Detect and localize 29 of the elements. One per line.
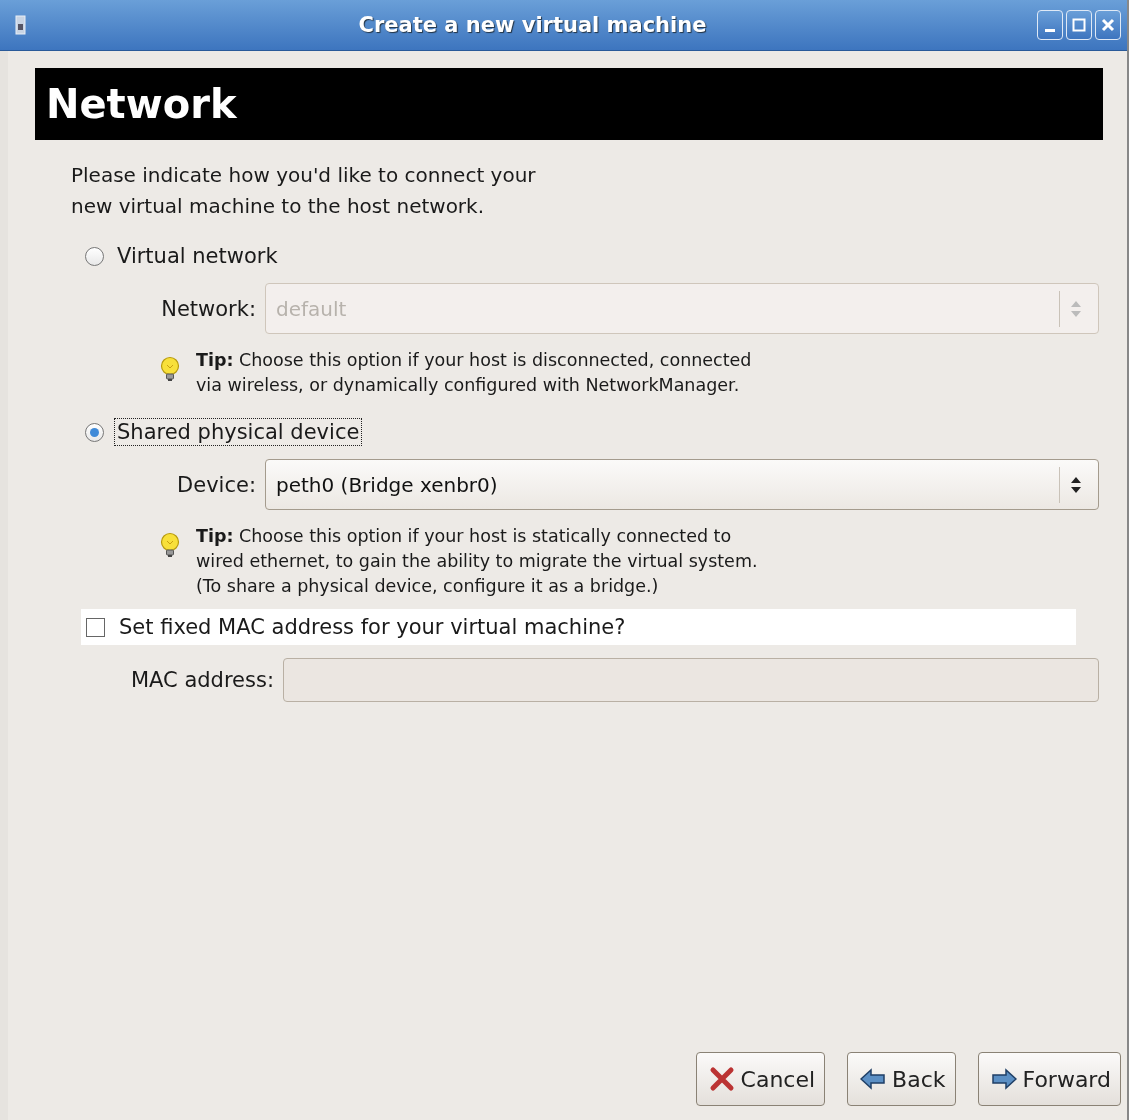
- intro-text: Please indicate how you'd like to connect your new virtual machine to the host network.: [71, 162, 537, 220]
- window-title: Create a new virtual machine: [357, 13, 708, 37]
- lightbulb-icon: [160, 356, 180, 384]
- close-icon: [1101, 18, 1115, 32]
- field-label: Network:: [160, 296, 257, 321]
- radio-label[interactable]: Shared physical device: [114, 418, 363, 446]
- close-button[interactable]: [1095, 10, 1121, 40]
- checkbox[interactable]: [86, 617, 105, 637]
- minimize-button[interactable]: [1037, 10, 1063, 40]
- dialog-button[interactable]: Forward: [977, 1052, 1121, 1106]
- dropdown[interactable]: peth0 (Bridge xenbr0): [265, 459, 1099, 510]
- computer-icon: [14, 14, 28, 36]
- maximize-button[interactable]: [1066, 10, 1092, 40]
- page-heading: Network: [35, 68, 1103, 140]
- radio-button[interactable]: [85, 246, 104, 266]
- field-label: MAC address:: [129, 668, 275, 692]
- dialog-button[interactable]: Cancel: [695, 1052, 826, 1106]
- dialog-button[interactable]: Back: [847, 1052, 956, 1106]
- tip-text: Tip: Choose this option if your host is disconnected, connected via wireless, or dynamically configured with NetworkManager.: [196, 349, 752, 397]
- radio-label[interactable]: Virtual network: [114, 242, 281, 270]
- tip-text: Tip: Choose this option if your host is statically connected to wired ethernet, to gain the ability to migrate the virtual system. (To share a physical device, configure it as a bridge.): [196, 525, 758, 598]
- minimize-icon: [1045, 28, 1055, 32]
- field-label: Device:: [176, 472, 257, 497]
- lightbulb-icon: [160, 532, 180, 560]
- cross-icon: [708, 1066, 735, 1092]
- left-arrow-icon: [860, 1068, 887, 1090]
- right-arrow-icon: [990, 1068, 1017, 1090]
- maximize-icon: [1072, 18, 1086, 32]
- radio-button[interactable]: [85, 422, 104, 442]
